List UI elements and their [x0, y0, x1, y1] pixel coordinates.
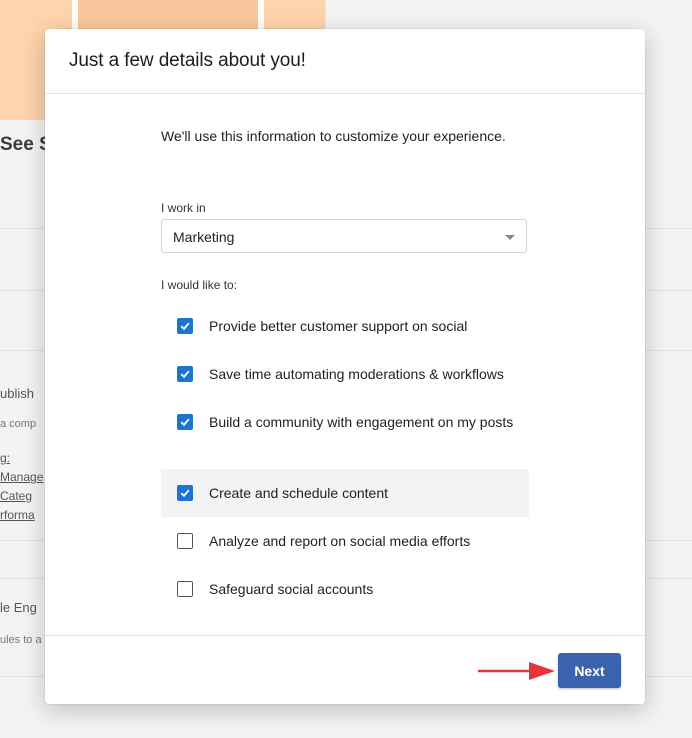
option-safeguard[interactable]: Safeguard social accounts — [161, 565, 529, 613]
modal-footer: Next — [45, 635, 645, 704]
details-modal: Just a few details about you! We'll use … — [45, 29, 645, 704]
annotation-arrow-icon — [477, 662, 555, 680]
background-section-title: ublish — [0, 386, 34, 401]
option-label: Provide better customer support on socia… — [209, 318, 468, 334]
background-link[interactable]: rforma — [0, 508, 35, 522]
work-field-label: I work in — [161, 201, 206, 215]
background-section-desc: a comp — [0, 418, 37, 430]
modal-header: Just a few details about you! — [45, 29, 645, 94]
option-customer-support[interactable]: Provide better customer support on socia… — [161, 302, 529, 350]
option-analyze-report[interactable]: Analyze and report on social media effor… — [161, 517, 529, 565]
background-link[interactable]: Categ — [0, 489, 32, 503]
background-section-desc: ules to a — [0, 634, 42, 646]
work-select[interactable]: Marketing — [161, 219, 527, 253]
work-select-value: Marketing — [173, 229, 235, 245]
background-card-title: See S — [0, 134, 52, 155]
next-button[interactable]: Next — [558, 653, 621, 688]
checkbox-unchecked-icon[interactable] — [177, 533, 193, 549]
option-community[interactable]: Build a community with engagement on my … — [161, 398, 529, 446]
caret-down-icon — [505, 235, 515, 240]
option-label: Create and schedule content — [209, 485, 389, 501]
option-label: Build a community with engagement on my … — [209, 414, 514, 430]
checkbox-checked-icon[interactable] — [177, 318, 193, 334]
background-link[interactable]: Manage — [0, 470, 43, 484]
option-label: Analyze and report on social media effor… — [209, 533, 471, 549]
option-automation[interactable]: Save time automating moderations & workf… — [161, 350, 529, 398]
background-section-title: le Eng — [0, 600, 37, 615]
modal-title: Just a few details about you! — [69, 50, 306, 71]
option-schedule-content[interactable]: Create and schedule content — [161, 469, 529, 517]
checkbox-unchecked-icon[interactable] — [177, 581, 193, 597]
checkbox-checked-icon[interactable] — [177, 366, 193, 382]
background-link[interactable]: g: — [0, 451, 10, 465]
checkbox-checked-icon[interactable] — [177, 485, 193, 501]
option-label: Safeguard social accounts — [209, 581, 374, 597]
intro-text: We'll use this information to customize … — [161, 128, 506, 144]
goals-field-label: I would like to: — [161, 278, 238, 292]
checkbox-checked-icon[interactable] — [177, 414, 193, 430]
option-label: Save time automating moderations & workf… — [209, 366, 504, 382]
modal-body: We'll use this information to customize … — [161, 126, 529, 597]
